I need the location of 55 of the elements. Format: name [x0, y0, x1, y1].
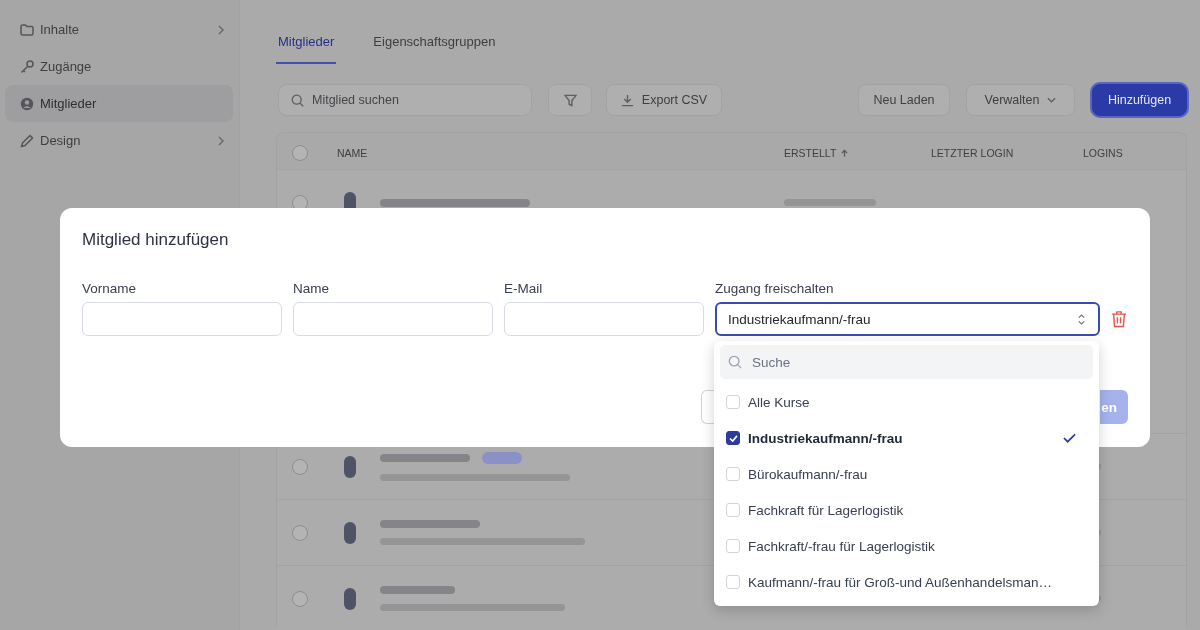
download-icon — [620, 93, 634, 107]
column-header: LETZTER LOGIN — [931, 147, 1014, 159]
field-label: E-Mail — [504, 281, 543, 297]
sidebar-item[interactable]: Inhalte — [5, 11, 233, 48]
option-item[interactable]: Fachkraft/-frau für Lagerlogistik — [720, 528, 1093, 564]
key-icon — [20, 59, 34, 74]
sidebar-item[interactable]: Zugänge — [5, 48, 233, 85]
option-item[interactable]: Industriekaufmann/-frau — [720, 420, 1093, 456]
reload-button[interactable]: Neu Laden — [858, 84, 950, 116]
filter-button[interactable] — [548, 84, 592, 116]
avatar-icon — [344, 587, 356, 610]
tab[interactable]: Mitglieder — [276, 28, 337, 64]
search-icon — [291, 93, 304, 107]
blurred-badge — [482, 452, 522, 464]
search-field[interactable]: Mitglied suchen — [278, 84, 532, 116]
column-header: ERSTELLT — [784, 147, 849, 159]
field-label: Vorname — [82, 281, 137, 297]
input-field[interactable] — [504, 302, 704, 336]
sidebar-item[interactable]: Design — [5, 122, 233, 159]
column-header: LOGINS — [1083, 147, 1123, 159]
tab[interactable]: Eigenschaftsgruppen — [371, 28, 498, 64]
sidebar-item[interactable]: Mitglieder — [5, 85, 233, 122]
secondary-button[interactable] — [701, 390, 714, 424]
search-icon — [728, 355, 742, 369]
sort-arrow-icon — [841, 148, 849, 158]
add-button[interactable]: Hinzufügen — [1092, 84, 1187, 116]
chevron-down-icon — [1047, 97, 1057, 103]
row-checkbox[interactable] — [292, 524, 308, 541]
input-field[interactable] — [82, 302, 282, 336]
check-icon — [1063, 433, 1076, 443]
manage-button[interactable]: Verwalten — [966, 84, 1075, 116]
option-item[interactable]: Bürokaufmann/-frau — [720, 456, 1093, 492]
avatar-icon — [344, 455, 356, 478]
checkbox[interactable] — [726, 431, 740, 445]
option-item[interactable]: Alle Kurse — [720, 384, 1093, 420]
field-label: Zugang freischalten — [715, 281, 834, 297]
option-item[interactable]: Fachkraft für Lagerlogistik — [720, 492, 1093, 528]
updown-chevron-icon — [1077, 312, 1086, 326]
search-field[interactable]: Suche — [720, 345, 1093, 379]
row-checkbox[interactable] — [292, 458, 308, 475]
folder-icon — [20, 22, 34, 37]
field-label: Name — [293, 281, 329, 297]
avatar-icon — [344, 521, 356, 544]
filter-icon — [563, 93, 577, 107]
input-field[interactable] — [293, 302, 493, 336]
trash-icon[interactable] — [1111, 310, 1127, 328]
export-button[interactable]: Export CSV — [606, 84, 722, 116]
pencil-icon — [20, 133, 34, 148]
user-circle-icon — [20, 96, 34, 111]
option-item[interactable]: Kaufmann/-frau für Groß-und Außenhandelsman… — [720, 564, 1093, 600]
select-all-checkbox[interactable] — [292, 145, 308, 161]
dialog-title: Mitglied hinzufügen — [82, 229, 229, 251]
column-header: NAME — [337, 147, 368, 159]
row-checkbox[interactable] — [292, 590, 308, 607]
course-select[interactable]: Industriekaufmann/-frau — [715, 302, 1100, 336]
